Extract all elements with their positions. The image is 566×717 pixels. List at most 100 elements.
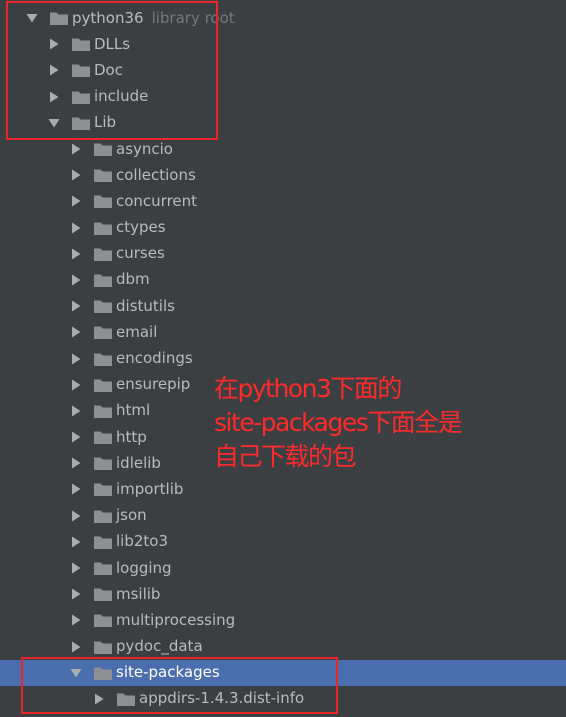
triangle-right-icon[interactable]	[69, 456, 83, 470]
triangle-right-icon[interactable]	[69, 352, 83, 366]
tree-node-concurrent[interactable]: concurrent	[0, 188, 566, 214]
folder-icon	[94, 326, 112, 340]
tree-node-label: dbm	[116, 270, 150, 289]
folder-icon	[72, 64, 90, 78]
tree-node-appdirs-1-4-3-dist-info[interactable]: appdirs-1.4.3.dist-info	[0, 686, 566, 712]
tree-node-label: lib2to3	[116, 532, 169, 551]
tree-node-lib[interactable]: Lib	[0, 110, 566, 136]
tree-node-label: ensurepip	[116, 375, 191, 394]
triangle-down-icon[interactable]	[25, 11, 39, 25]
triangle-right-icon[interactable]	[47, 90, 61, 104]
tree-node-collections[interactable]: collections	[0, 162, 566, 188]
tree-node-importlib[interactable]: importlib	[0, 476, 566, 502]
annotation-line-3: 自己下载的包	[214, 442, 357, 471]
tree-node-label: encodings	[116, 349, 193, 368]
folder-icon	[94, 195, 112, 209]
folder-icon	[94, 510, 112, 523]
annotation-text: 在python3下面的 site-packages下面全是 自己下载的包	[214, 372, 463, 474]
folder-icon	[94, 222, 112, 235]
tree-node-label: python36	[72, 8, 144, 27]
triangle-right-icon[interactable]	[69, 247, 83, 261]
triangle-right-icon[interactable]	[69, 404, 83, 418]
folder-icon	[72, 38, 90, 52]
triangle-right-icon[interactable]	[69, 325, 83, 339]
triangle-right-icon[interactable]	[69, 221, 83, 235]
folder-icon	[94, 143, 112, 157]
folder-icon	[50, 12, 68, 26]
triangle-right-icon[interactable]	[92, 692, 106, 706]
triangle-right-icon[interactable]	[69, 299, 83, 313]
tree-node-msilib[interactable]: msilib	[0, 581, 566, 607]
tree-node-json[interactable]: json	[0, 503, 566, 529]
folder-icon	[94, 379, 112, 392]
tree-node-label: asyncio	[116, 139, 173, 158]
tree-node-label: distutils	[116, 296, 175, 315]
triangle-right-icon[interactable]	[69, 482, 83, 496]
annotation-line-2: site-packages下面全是	[214, 408, 463, 437]
tree-node-dlls[interactable]: DLLs	[0, 31, 566, 57]
tree-node-label: logging	[116, 558, 172, 577]
folder-icon	[72, 117, 90, 130]
triangle-right-icon[interactable]	[69, 587, 83, 601]
tree-node-label: multiprocessing	[116, 610, 236, 629]
triangle-right-icon[interactable]	[69, 273, 83, 287]
tree-node-label: idlelib	[116, 453, 161, 472]
triangle-down-icon[interactable]	[69, 666, 83, 680]
triangle-right-icon[interactable]	[69, 509, 83, 523]
tree-node-label: site-packages	[116, 663, 220, 682]
tree-node-lib2to3[interactable]: lib2to3	[0, 529, 566, 555]
triangle-right-icon[interactable]	[69, 194, 83, 208]
tree-node-include[interactable]: include	[0, 84, 566, 110]
tree-node-pydoc-data[interactable]: pydoc_data	[0, 634, 566, 660]
triangle-right-icon[interactable]	[47, 63, 61, 77]
annotation-line-1: 在python3下面的	[214, 374, 402, 403]
triangle-right-icon[interactable]	[69, 168, 83, 182]
triangle-right-icon[interactable]	[69, 378, 83, 392]
folder-icon	[117, 693, 135, 706]
tree-node-encodings[interactable]: encodings	[0, 345, 566, 371]
tree-node-label: json	[116, 506, 147, 525]
tree-node-label: include	[94, 87, 149, 106]
tree-node-logging[interactable]: logging	[0, 555, 566, 581]
triangle-right-icon[interactable]	[69, 640, 83, 654]
tree-node-email[interactable]: email	[0, 319, 566, 345]
folder-icon	[94, 169, 112, 183]
tree-node-label: importlib	[116, 479, 184, 498]
tree-node-label: curses	[116, 244, 165, 263]
folder-icon	[94, 431, 112, 445]
tree-node-label: msilib	[116, 584, 161, 603]
folder-icon	[94, 457, 112, 471]
folder-icon	[94, 562, 112, 576]
tree-node-distutils[interactable]: distutils	[0, 293, 566, 319]
triangle-right-icon[interactable]	[69, 613, 83, 627]
project-tree: python36 library root DLLs Doc include Lib asy…	[0, 5, 566, 712]
triangle-right-icon[interactable]	[47, 37, 61, 51]
triangle-right-icon[interactable]	[69, 430, 83, 444]
tree-node-label: concurrent	[116, 191, 198, 210]
tree-node-doc[interactable]: Doc	[0, 57, 566, 83]
tree-node-site-packages[interactable]: site-packages	[0, 659, 566, 686]
folder-icon	[94, 536, 112, 549]
folder-icon	[94, 405, 112, 418]
tree-node-dbm[interactable]: dbm	[0, 267, 566, 293]
tree-node-curses[interactable]: curses	[0, 241, 566, 267]
folder-icon	[94, 641, 112, 654]
tree-node-label: DLLs	[94, 34, 131, 53]
tree-node-label: ctypes	[116, 218, 166, 237]
folder-icon	[94, 614, 112, 628]
triangle-right-icon[interactable]	[69, 535, 83, 549]
tree-node-label: collections	[116, 165, 196, 184]
tree-node-multiprocessing[interactable]: multiprocessing	[0, 607, 566, 633]
folder-icon	[94, 483, 112, 497]
tree-node-python36[interactable]: python36 library root	[0, 5, 566, 31]
triangle-right-icon[interactable]	[69, 142, 83, 156]
library-root-hint: library root	[151, 9, 235, 28]
tree-node-asyncio[interactable]: asyncio	[0, 136, 566, 162]
folder-icon	[94, 300, 112, 314]
tree-node-ctypes[interactable]: ctypes	[0, 215, 566, 241]
triangle-down-icon[interactable]	[47, 116, 61, 130]
tree-node-label: email	[116, 322, 158, 341]
folder-icon	[94, 353, 112, 366]
folder-icon	[94, 248, 112, 261]
triangle-right-icon[interactable]	[69, 561, 83, 575]
